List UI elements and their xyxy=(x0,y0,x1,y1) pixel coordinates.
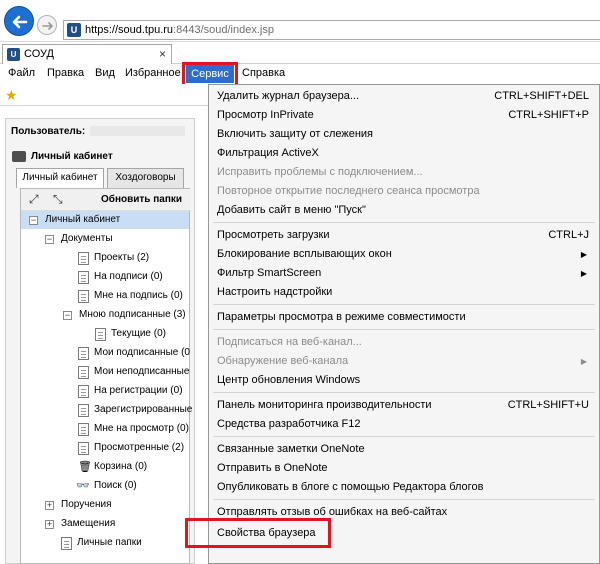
document-icon xyxy=(78,271,89,284)
menu-file[interactable]: Файл xyxy=(8,67,35,79)
menu-item-tracking-protection[interactable]: Включить защиту от слежения xyxy=(209,125,599,144)
menu-item-windows-update[interactable]: Центр обновления Windows xyxy=(209,371,599,390)
menu-separator xyxy=(213,392,595,393)
tree-item[interactable]: Мои неподписанные xyxy=(21,363,189,381)
tree-item[interactable]: На регистрации (0) xyxy=(21,382,189,400)
menu-item-delete-history[interactable]: Удалить журнал браузера... CTRL+SHIFT+DEL xyxy=(209,87,599,106)
arrow-left-icon xyxy=(12,15,28,29)
collapse-icon[interactable]: − xyxy=(63,311,72,320)
tab-contracts[interactable]: Хоздоговоры xyxy=(107,168,184,188)
menu-item-view-downloads[interactable]: Просмотреть загрузки CTRL+J xyxy=(209,226,599,245)
favorites-star-icon[interactable]: ★ xyxy=(5,87,18,104)
address-input[interactable]: U https://soud.tpu.ru:8443/soud/index.js… xyxy=(63,20,600,40)
tab-strip: U СОУД × xyxy=(0,42,600,64)
menu-view[interactable]: Вид xyxy=(95,67,115,79)
menu-item-reopen-session: Повторное открытие последнего сеанса про… xyxy=(217,185,480,197)
address-row: U https://soud.tpu.ru:8443/soud/index.js… xyxy=(0,0,600,42)
user-label: Пользователь: xyxy=(11,126,86,137)
menu-item-add-to-start[interactable]: Добавить сайт в меню "Пуск" xyxy=(209,201,599,220)
document-icon xyxy=(78,385,89,398)
browser-tab[interactable]: U СОУД × xyxy=(2,44,172,64)
tab-favicon-icon: U xyxy=(7,48,20,61)
cabinet-header: Личный кабинет xyxy=(12,150,195,166)
tree-item[interactable]: Зарегистрированные xyxy=(21,401,192,419)
menu-separator xyxy=(213,436,595,437)
menu-item-activex-filtering[interactable]: Фильтрация ActiveX xyxy=(209,144,599,163)
collapse-icon[interactable]: − xyxy=(29,216,38,225)
close-tab-icon[interactable]: × xyxy=(159,47,166,61)
menu-item-inprivate[interactable]: Просмотр InPrivate CTRL+SHIFT+P xyxy=(209,106,599,125)
tab-title: СОУД xyxy=(24,48,54,60)
expand-icon[interactable]: + xyxy=(45,520,54,529)
menu-separator xyxy=(213,304,595,305)
expand-icon[interactable]: + xyxy=(45,501,54,510)
document-icon xyxy=(78,252,89,265)
submenu-arrow-icon: ▶ xyxy=(580,250,587,259)
menu-favorites[interactable]: Избранное xyxy=(125,67,181,79)
tree-item-search[interactable]: 👓 Поиск (0) xyxy=(21,477,189,495)
collapse-icon[interactable]: − xyxy=(45,235,54,244)
binoculars-icon: 👓 xyxy=(76,480,90,492)
tree-item-personal-folders[interactable]: Личные папки xyxy=(21,534,189,552)
menu-item-popup-blocker[interactable]: Блокирование всплывающих окон ▶ xyxy=(209,245,599,264)
arrow-right-icon xyxy=(42,22,53,30)
menu-item-f12-tools[interactable]: Средства разработчика F12 xyxy=(209,415,599,434)
tree-item[interactable]: Мои подписанные (0 xyxy=(21,344,190,362)
url-text: https://soud.tpu.ru:8443/soud/index.jsp xyxy=(85,24,274,36)
briefcase-icon xyxy=(12,151,26,162)
menu-item-subscribe-feed: Подписаться на веб-канал... xyxy=(217,336,362,348)
forward-button[interactable] xyxy=(37,15,57,35)
folder-icon xyxy=(61,537,72,550)
menu-edit[interactable]: Правка xyxy=(47,67,84,79)
user-name-redacted xyxy=(90,126,185,136)
tree-item-trash[interactable]: 🗑 Корзина (0) xyxy=(21,458,189,476)
menu-item-manage-addons[interactable]: Настроить надстройки xyxy=(209,283,599,302)
tree-item[interactable]: Проекты (2) xyxy=(21,249,189,267)
menu-item-perf-dashboard[interactable]: Панель мониторинга производительности CTR… xyxy=(209,396,599,415)
site-favicon-icon: U xyxy=(67,23,81,37)
expand-all-icon[interactable]: ⤢ xyxy=(29,193,41,205)
menu-separator xyxy=(213,499,595,500)
tree-item[interactable]: − Мною подписанные (3) xyxy=(21,306,189,324)
tools-dropdown-menu: Удалить журнал браузера... CTRL+SHIFT+DEL… xyxy=(208,84,600,564)
menu-item-feed-discovery: Обнаружение веб-канала ▶ xyxy=(209,352,599,371)
tree-item-documents[interactable]: − Документы xyxy=(21,230,189,248)
tree-item-tasks[interactable]: + Поручения xyxy=(21,496,189,514)
menu-item-smartscreen[interactable]: Фильтр SmartScreen ▶ xyxy=(209,264,599,283)
tree-item[interactable]: Мне на подпись (0) xyxy=(21,287,189,305)
menu-bar: Файл Правка Вид Избранное Сервис Справка xyxy=(0,64,600,84)
menu-separator xyxy=(213,329,595,330)
back-button[interactable] xyxy=(4,6,34,36)
document-icon xyxy=(78,442,89,455)
menu-item-send-to-onenote[interactable]: Отправить в OneNote xyxy=(209,459,599,478)
document-icon xyxy=(78,290,89,303)
submenu-arrow-icon: ▶ xyxy=(580,269,587,278)
tree-item[interactable]: Текущие (0) xyxy=(21,325,189,343)
document-icon xyxy=(78,404,89,417)
menu-item-blog-publish[interactable]: Опубликовать в блоге с помощью Редактора… xyxy=(209,478,599,497)
tree-item[interactable]: Мне на просмотр (0) xyxy=(21,420,189,438)
collapse-all-icon[interactable]: ⤡ xyxy=(53,193,65,205)
tree-item-cabinet[interactable]: − Личный кабинет xyxy=(21,211,189,229)
menu-help[interactable]: Справка xyxy=(242,67,285,79)
document-icon xyxy=(78,347,89,360)
menu-item-fix-connection: Исправить проблемы с подключением... xyxy=(217,166,423,178)
tab-personal-cabinet[interactable]: Личный кабинет xyxy=(16,168,104,188)
refresh-folders-button[interactable]: Обновить папки xyxy=(101,194,182,205)
tree-item[interactable]: Просмотренные (2) xyxy=(21,439,189,457)
internet-options-annotation xyxy=(185,518,331,548)
document-icon xyxy=(78,366,89,379)
menu-item-compat-view[interactable]: Параметры просмотра в режиме совместимос… xyxy=(209,308,599,327)
document-icon xyxy=(95,328,106,341)
menu-item-onenote-linked[interactable]: Связанные заметки OneNote xyxy=(209,440,599,459)
tree-item-substitutions[interactable]: + Замещения xyxy=(21,515,189,533)
submenu-arrow-icon: ▶ xyxy=(580,357,587,366)
folder-tree: ⤢ ⤡ Обновить папки − Личный кабинет − До… xyxy=(20,188,192,564)
menu-separator xyxy=(213,222,595,223)
document-icon xyxy=(78,423,89,436)
tree-item[interactable]: На подписи (0) xyxy=(21,268,189,286)
trash-icon: 🗑 xyxy=(78,461,92,473)
tree-toolbar: ⤢ ⤡ Обновить папки xyxy=(21,189,191,211)
